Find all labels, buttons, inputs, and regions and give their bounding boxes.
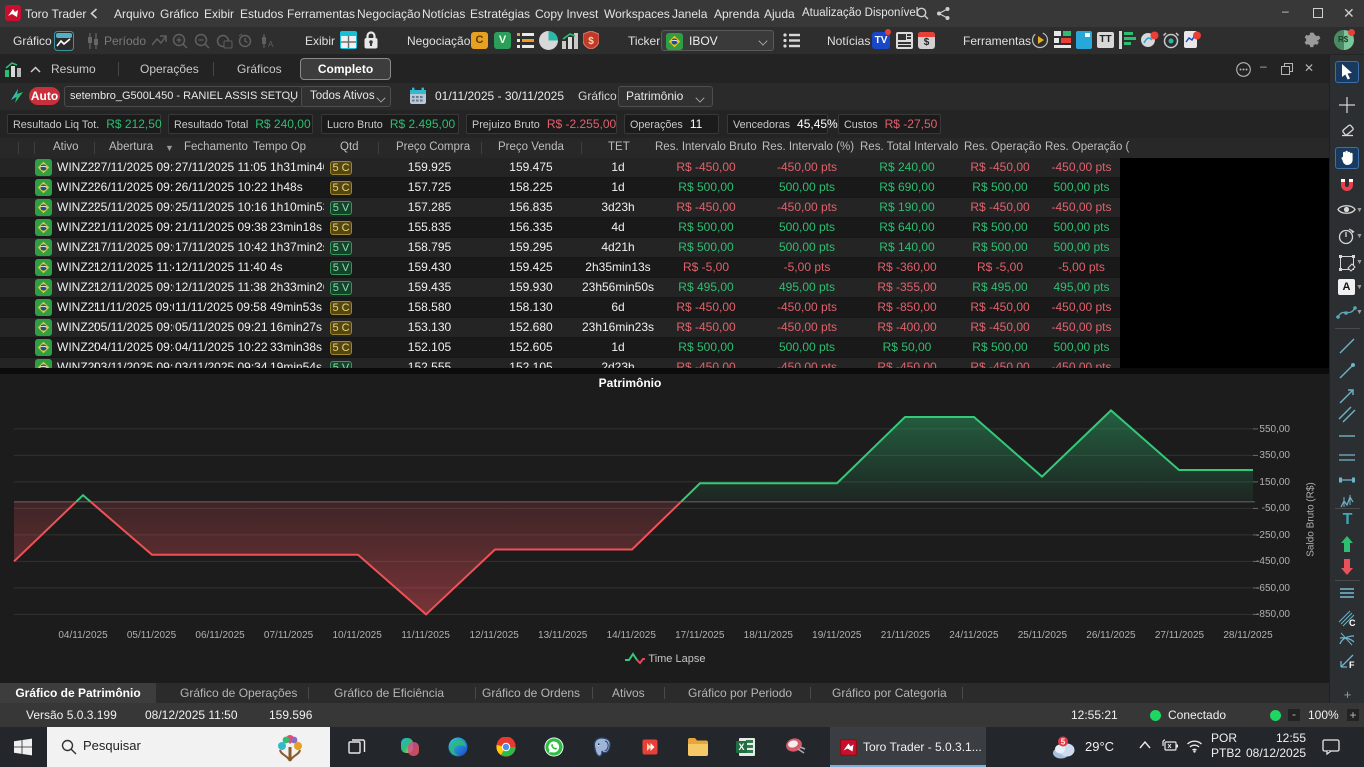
svg-text:5: 5 [1061, 738, 1066, 747]
svg-text:$: $ [588, 36, 594, 47]
svg-text:A: A [268, 40, 274, 49]
svg-text:C: C [1349, 618, 1356, 627]
svg-text:F: F [1349, 660, 1355, 670]
svg-text:X: X [738, 742, 744, 752]
